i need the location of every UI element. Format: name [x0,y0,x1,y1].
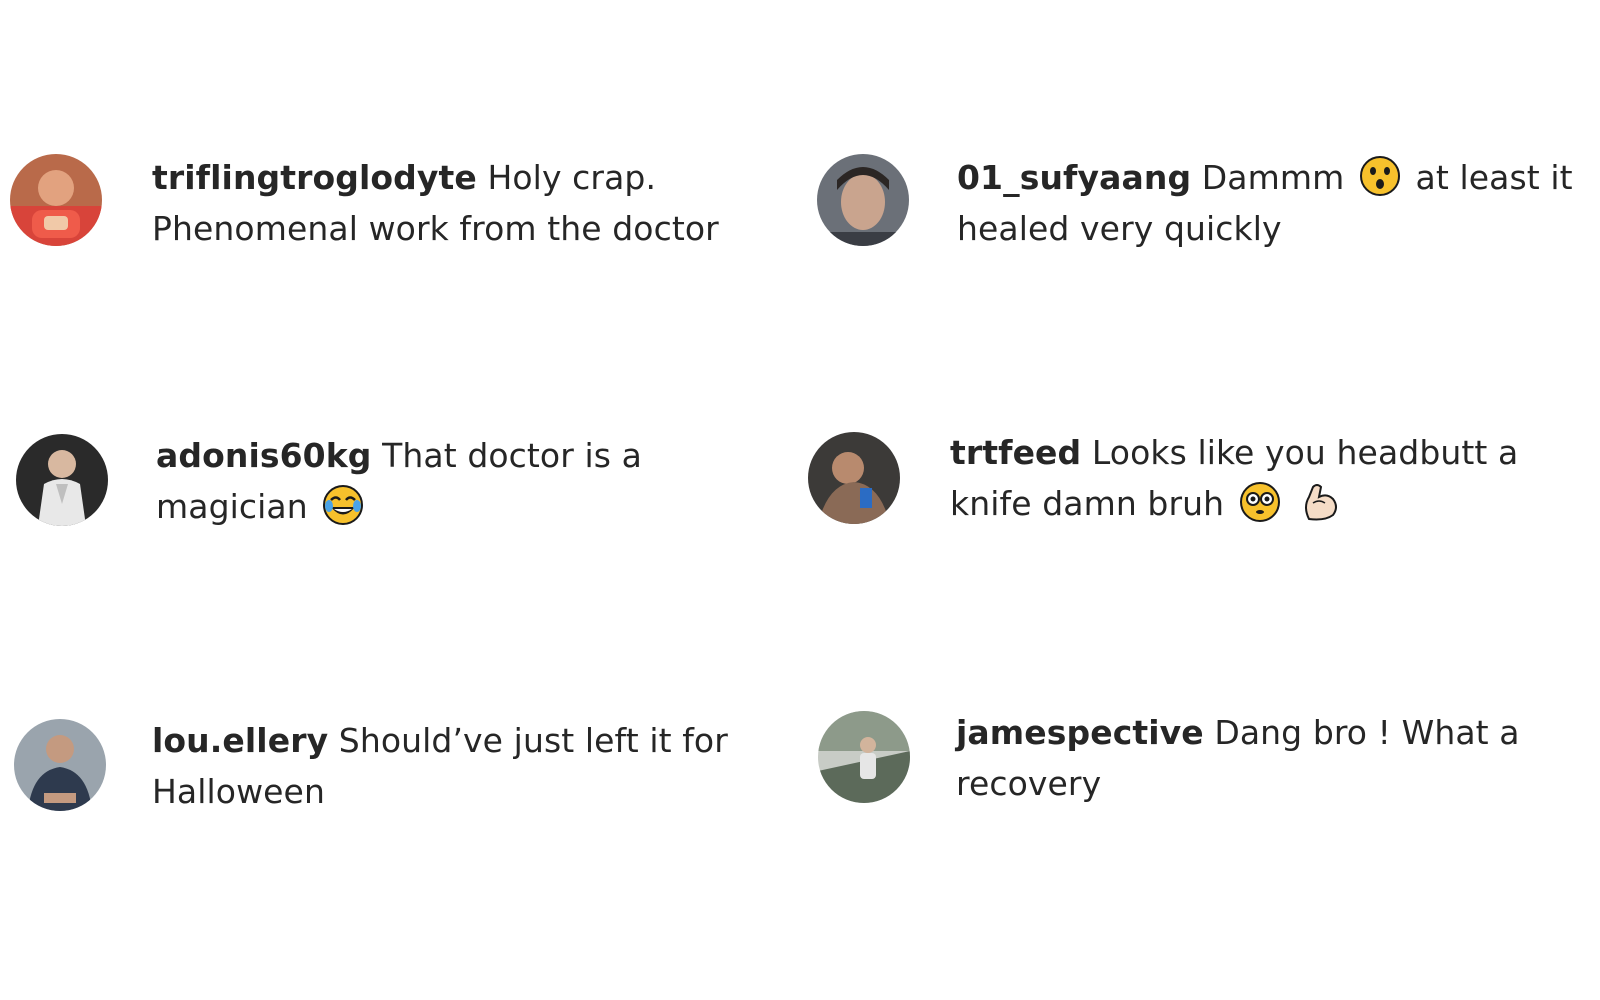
comment-username[interactable]: 01_sufyaang [957,158,1191,197]
comment-username[interactable]: trtfeed [950,433,1081,472]
comment-item: adonis60kg That doctor is a magician [16,434,676,532]
user-avatar[interactable] [14,719,106,811]
comment-item: triflingtroglodyte Holy crap. Phenomenal… [10,154,772,254]
comment-item: jamespective Dang bro ! What a recovery [818,711,1536,809]
avatar-photo-icon [14,719,106,811]
flushed-face-emoji-icon [1239,481,1281,523]
user-avatar[interactable] [808,432,900,524]
avatar-photo-icon [16,434,108,526]
comment-username[interactable]: adonis60kg [156,436,372,475]
user-avatar[interactable] [817,154,909,246]
user-avatar[interactable] [10,154,102,246]
avatar-photo-icon [808,432,900,524]
flexed-biceps-emoji-icon [1299,481,1341,523]
avatar-photo-icon [10,154,102,246]
comment-username[interactable]: triflingtroglodyte [152,158,477,197]
user-avatar[interactable] [16,434,108,526]
user-avatar[interactable] [818,711,910,803]
comment-item: 01_sufyaang Dammm at least it healed ver… [817,154,1597,254]
comment-text: Dammm [1201,158,1345,197]
astonished-face-emoji-icon [1359,155,1401,197]
comment-item: trtfeed Looks like you headbutt a knife … [808,432,1570,529]
comment-item: lou.ellery Should’ve just left it for Ha… [14,719,752,817]
avatar-photo-icon [817,154,909,246]
comment-username[interactable]: jamespective [956,713,1204,752]
tears-of-joy-emoji-icon [322,484,364,526]
comment-username[interactable]: lou.ellery [152,721,328,760]
avatar-photo-icon [818,711,910,803]
